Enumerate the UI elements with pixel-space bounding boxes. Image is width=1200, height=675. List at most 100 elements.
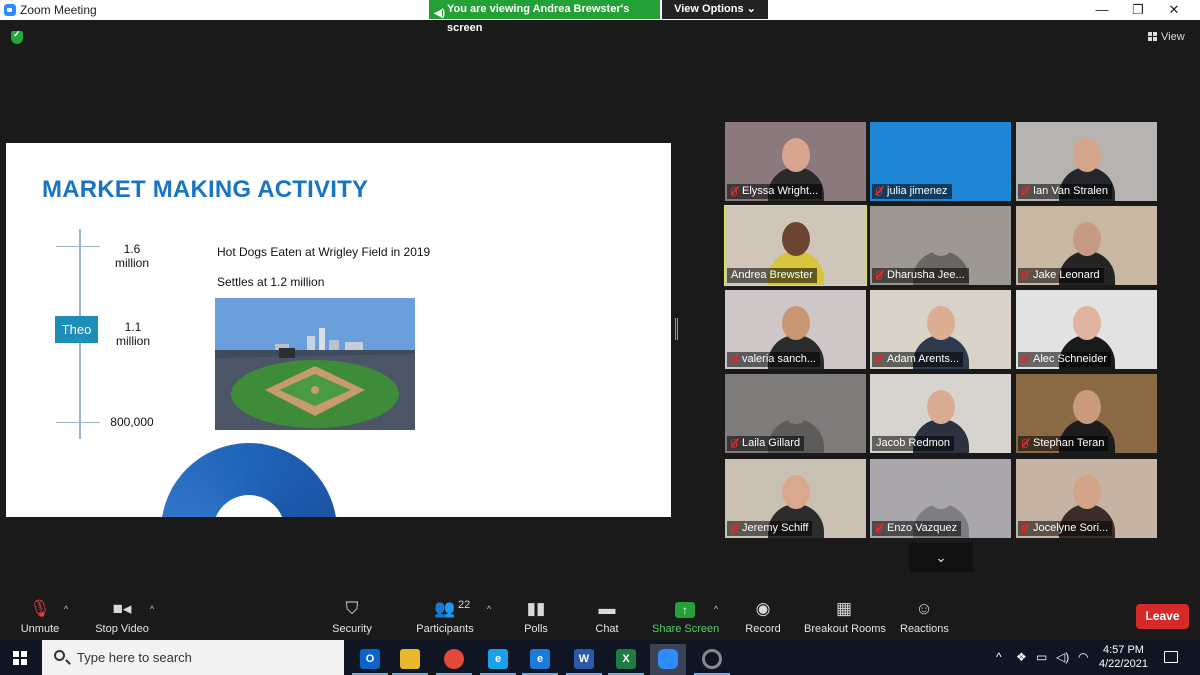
taskbar-app-button[interactable]: X xyxy=(608,644,644,675)
unmute-button[interactable]: 🎙 Unmute xyxy=(14,590,66,640)
muted-mic-icon: 🎙 xyxy=(29,599,51,618)
participant-name-label: Ian Van Stralen xyxy=(1018,184,1113,199)
participant-head xyxy=(1072,222,1101,256)
leave-button[interactable]: Leave xyxy=(1136,604,1189,629)
participant-video-tile[interactable]: Jacob Redmon xyxy=(870,374,1011,453)
participants-label: Participants xyxy=(416,623,474,635)
taskbar-app-button[interactable] xyxy=(436,644,472,675)
participant-name-label: Adam Arents... xyxy=(872,352,964,367)
participant-video-tile[interactable]: Dharusha Jee... xyxy=(870,206,1011,285)
taskbar-clock[interactable]: 4:57 PM 4/22/2021 xyxy=(1099,643,1148,671)
excel-icon: X xyxy=(616,649,636,669)
participant-name: Jeremy Schiff xyxy=(742,522,809,534)
taskbar-app-button[interactable]: O xyxy=(352,644,388,675)
participant-video-tile[interactable]: Andrea Brewster xyxy=(724,205,867,286)
participant-video-tile[interactable]: Enzo Vazquez xyxy=(870,459,1011,538)
participant-video-tile[interactable]: Jeremy Schiff xyxy=(725,459,866,538)
view-options-button[interactable]: View Options ⌄ xyxy=(662,0,768,19)
breakout-rooms-button[interactable]: ▦ Breakout Rooms xyxy=(804,590,886,640)
smiley-plus-icon: ☺ xyxy=(915,599,933,618)
participant-name: Enzo Vazquez xyxy=(887,522,958,534)
participant-head xyxy=(781,306,810,340)
restore-button[interactable]: ❐ xyxy=(1120,0,1156,20)
taskbar-app-button[interactable]: W xyxy=(566,644,602,675)
taskbar-app-button[interactable] xyxy=(392,644,428,675)
axis-label-mid: 1.1 million xyxy=(115,320,150,348)
reactions-button[interactable]: ☺ Reactions xyxy=(900,590,949,640)
participant-head xyxy=(1072,390,1101,424)
title-bar: Zoom Meeting ◀) You are viewing Andrea B… xyxy=(0,0,1200,34)
edge-icon: e xyxy=(530,649,550,669)
clock-date: 4/22/2021 xyxy=(1099,658,1148,670)
taskbar-app-button[interactable]: e xyxy=(522,644,558,675)
stop-video-label: Stop Video xyxy=(95,623,149,635)
muted-mic-icon xyxy=(1022,187,1028,196)
slide-settle-text: Settles at 1.2 million xyxy=(217,275,325,289)
muted-mic-icon xyxy=(1022,271,1028,280)
muted-mic-icon xyxy=(1022,524,1028,533)
chat-button[interactable]: ▬ Chat xyxy=(592,590,622,640)
dropbox-icon[interactable]: ❖ xyxy=(1016,640,1027,675)
battery-icon[interactable]: ▭ xyxy=(1036,640,1047,675)
recorder-icon xyxy=(702,649,722,669)
chat-label: Chat xyxy=(595,623,619,635)
security-button[interactable]: ⛉ Security xyxy=(328,590,376,640)
zoom-app-icon xyxy=(4,4,16,16)
audio-options-caret[interactable]: ^ xyxy=(64,604,68,614)
participants-count: 22 xyxy=(458,599,471,611)
participant-video-tile[interactable]: Stephan Teran xyxy=(1016,374,1157,453)
taskbar-search-box[interactable]: Type here to search xyxy=(42,640,344,675)
wifi-icon[interactable]: ◠ xyxy=(1078,640,1088,675)
taskbar-app-button[interactable] xyxy=(694,644,730,675)
share-options-caret[interactable]: ^ xyxy=(714,604,718,614)
meeting-toolbar: 🎙 Unmute ^ ■◂ Stop Video ^ ⛉ Security 👥 … xyxy=(0,590,1200,640)
encryption-shield-icon[interactable] xyxy=(11,29,23,44)
windows-start-icon[interactable] xyxy=(13,651,27,665)
clock-time: 4:57 PM xyxy=(1102,644,1144,656)
muted-mic-icon xyxy=(876,524,882,533)
participant-name-label: Jocelyne Sori... xyxy=(1018,521,1113,536)
participants-button[interactable]: 👥 Participants xyxy=(414,590,476,640)
stadium-illustration xyxy=(215,298,415,430)
split-resize-handle[interactable] xyxy=(675,318,678,340)
notifications-icon[interactable] xyxy=(1164,651,1178,663)
chrome-icon xyxy=(444,649,464,669)
record-icon: ◉ xyxy=(755,599,771,618)
participants-options-caret[interactable]: ^ xyxy=(487,604,491,614)
file-explorer-icon xyxy=(400,649,420,669)
muted-mic-icon xyxy=(1022,355,1028,364)
stop-video-button[interactable]: ■◂ Stop Video xyxy=(92,590,152,640)
internet-explorer-icon: e xyxy=(488,649,508,669)
video-camera-icon: ■◂ xyxy=(112,599,132,618)
record-button[interactable]: ◉ Record xyxy=(744,590,782,640)
shared-screen-slide: MARKET MAKING ACTIVITY 1.6 million Theo … xyxy=(6,143,671,517)
participant-video-tile[interactable]: Elyssa Wright... xyxy=(725,122,866,201)
participant-name: Stephan Teran xyxy=(1033,437,1105,449)
participant-video-tile[interactable]: Jake Leonard xyxy=(1016,206,1157,285)
gallery-view-button[interactable]: View xyxy=(1148,31,1185,43)
close-button[interactable]: ✕ xyxy=(1156,0,1192,20)
show-hidden-icons-chevron[interactable]: ^ xyxy=(996,640,1002,675)
participant-video-tile[interactable]: Ian Van Stralen xyxy=(1016,122,1157,201)
taskbar-app-button[interactable] xyxy=(650,644,686,675)
minimize-button[interactable]: — xyxy=(1084,0,1120,20)
baseball-stadium-photo xyxy=(215,298,415,430)
chevron-down-icon: ⌄ xyxy=(746,3,756,15)
taskbar-app-button[interactable]: e xyxy=(480,644,516,675)
next-page-button[interactable]: ⌄ xyxy=(909,543,973,572)
polls-button[interactable]: ▮▮ Polls xyxy=(520,590,552,640)
participant-video-tile[interactable]: Alec Schneider xyxy=(1016,290,1157,369)
video-options-caret[interactable]: ^ xyxy=(150,604,154,614)
participant-head xyxy=(781,222,810,256)
theo-marker: Theo xyxy=(55,316,98,343)
participant-video-tile[interactable]: Jocelyne Sori... xyxy=(1016,459,1157,538)
speaker-icon: ◀) xyxy=(434,8,446,19)
participant-video-tile[interactable]: Adam Arents... xyxy=(870,290,1011,369)
volume-icon[interactable]: ◁) xyxy=(1056,640,1069,675)
participant-name: Adam Arents... xyxy=(887,353,960,365)
participant-video-tile[interactable]: Laila Gillard xyxy=(725,374,866,453)
participant-head xyxy=(926,306,955,340)
participant-video-tile[interactable]: valeria sanch... xyxy=(725,290,866,369)
share-screen-button[interactable]: ↑ Share Screen xyxy=(652,590,719,640)
participant-video-tile[interactable]: julia jimenez xyxy=(870,122,1011,201)
